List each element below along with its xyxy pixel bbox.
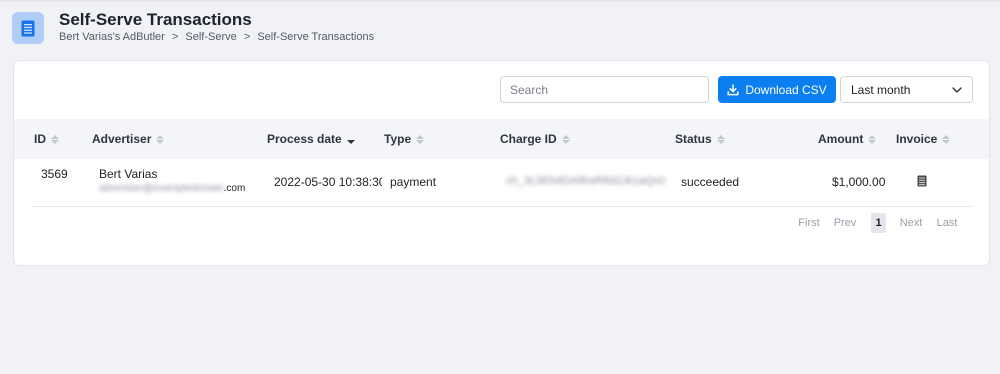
column-header-charge-id[interactable]: Charge ID — [500, 132, 570, 146]
table-header: ID Advertiser Process date Type Charge I… — [14, 119, 989, 159]
cell-advertiser-email: advertiser@exampledomain.com — [99, 183, 245, 194]
invoice-icon[interactable] — [917, 175, 927, 190]
sort-icon — [942, 134, 951, 144]
breadcrumb-item-self-serve[interactable]: Self-Serve — [185, 31, 236, 43]
column-header-invoice[interactable]: Invoice — [896, 132, 951, 146]
date-range-value: Last month — [851, 82, 911, 97]
column-header-status[interactable]: Status — [675, 132, 725, 146]
cell-process-date: 2022-05-30 10:38:30 — [274, 175, 382, 189]
cell-type: payment — [390, 175, 437, 189]
column-header-label: Status — [675, 132, 712, 146]
transactions-card: Download CSV Last month ID Advertiser Pr… — [13, 60, 990, 266]
pagination-last[interactable]: Last — [931, 213, 963, 233]
page-title: Self-Serve Transactions — [59, 10, 252, 29]
pagination-next[interactable]: Next — [895, 213, 927, 233]
column-header-label: Type — [384, 132, 412, 146]
cell-amount: $1,000.00 — [832, 175, 886, 189]
sort-icon — [561, 134, 570, 144]
chevron-down-icon — [952, 86, 962, 93]
column-header-advertiser[interactable]: Advertiser — [92, 132, 165, 146]
cell-advertiser-name[interactable]: Bert Varias — [99, 167, 157, 181]
sort-icon — [416, 134, 425, 144]
sort-icon — [716, 134, 725, 144]
email-suffix: .com — [223, 183, 246, 194]
breadcrumb-item-current: Self-Serve Transactions — [257, 31, 375, 43]
column-header-process-date[interactable]: Process date — [267, 132, 355, 146]
pagination-first[interactable]: First — [793, 213, 825, 233]
column-header-type[interactable]: Type — [384, 132, 425, 146]
cell-id: 3569 — [41, 167, 68, 181]
row-divider — [31, 206, 973, 207]
top-border — [0, 0, 1000, 2]
sort-icon — [868, 134, 877, 144]
date-range-select[interactable]: Last month — [840, 76, 973, 103]
breadcrumb: Bert Varias's AdButler > Self-Serve > Se… — [59, 31, 378, 43]
table-row: 3569 Bert Varias advertiser@exampledomai… — [14, 159, 989, 205]
download-csv-button[interactable]: Download CSV — [718, 76, 836, 103]
breadcrumb-separator: > — [243, 31, 251, 43]
column-header-label: Advertiser — [92, 132, 152, 146]
column-header-label: Process date — [267, 132, 342, 146]
cell-status: succeeded — [681, 175, 740, 189]
sort-desc-icon — [346, 135, 355, 144]
column-header-label: ID — [34, 132, 46, 146]
download-csv-label: Download CSV — [745, 82, 827, 97]
document-icon — [12, 12, 44, 44]
column-header-label: Amount — [818, 132, 864, 146]
download-icon — [727, 83, 739, 95]
column-header-label: Charge ID — [500, 132, 557, 146]
redacted-email: advertiser@exampledomain — [99, 183, 224, 194]
breadcrumb-item-account[interactable]: Bert Varias's AdButler — [59, 31, 165, 43]
search-input[interactable] — [500, 76, 709, 103]
column-header-amount[interactable]: Amount — [818, 132, 877, 146]
cell-charge-id: ch_3L5EhdGA9hsR8d2Jk1aQx0 — [506, 175, 665, 187]
column-header-label: Invoice — [896, 132, 938, 146]
column-header-id[interactable]: ID — [34, 132, 59, 146]
pagination-prev[interactable]: Prev — [829, 213, 861, 233]
breadcrumb-separator: > — [171, 31, 179, 43]
sort-icon — [156, 134, 165, 144]
pagination-current-page[interactable]: 1 — [871, 213, 886, 233]
sort-icon — [51, 134, 59, 144]
